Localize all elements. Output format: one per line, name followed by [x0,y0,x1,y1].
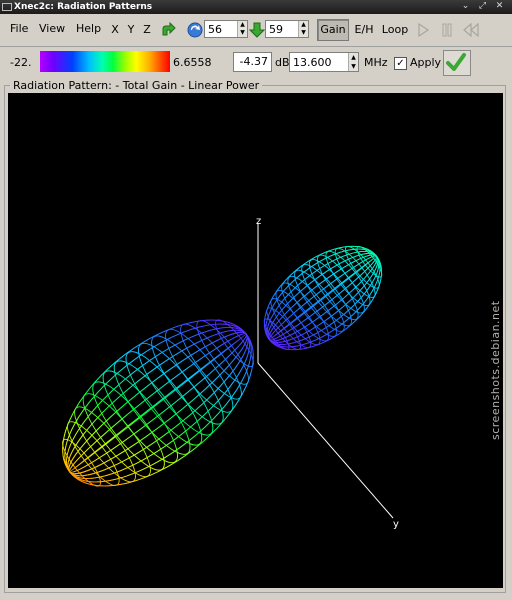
radiation-pattern-view[interactable]: z y [8,93,503,588]
frequency-value: 13.600 [293,56,332,69]
watermark: screenshots.debian.net [489,300,502,440]
menu-help[interactable]: Help [76,22,101,35]
apply-label: Apply [410,56,442,69]
y-axis-label: y [393,519,399,530]
view-x-button[interactable]: X [107,19,123,41]
phi-step-value: 56 [208,23,222,36]
rotate-arrow-icon[interactable] [160,21,176,38]
title-bar: Xnec2c: Radiation Patterns ⌄ ⤢ ✕ [0,0,512,14]
window-title: Xnec2c: Radiation Patterns [14,2,153,12]
main-toolbar: File View Help X Y Z 56 ▲ ▼ 59 ▲ ▼ Gain E/… [0,14,512,47]
z-axis-label: z [256,216,261,227]
gain-value-field[interactable]: -4.37 [233,52,272,72]
spin-arrows-icon[interactable]: ▲ ▼ [298,21,308,37]
refresh-icon[interactable] [187,22,203,38]
pattern-lobe-small [263,245,383,351]
minimize-icon[interactable]: ⌄ [460,1,471,12]
spin-arrows-icon[interactable]: ▲ ▼ [237,21,247,37]
radiation-pattern-label: Radiation Pattern: - Total Gain - Linear… [10,79,263,92]
view-z-button[interactable]: Z [139,19,155,41]
menu-view[interactable]: View [39,22,65,35]
scale-min-label: -22. [10,56,32,69]
apply-button[interactable] [443,50,471,76]
frequency-spinner[interactable]: 13.600 ▲ ▼ [289,52,359,72]
rewind-icon[interactable] [463,22,479,39]
eh-toggle-button[interactable]: E/H [350,19,378,41]
close-icon[interactable]: ✕ [494,1,505,12]
mhz-unit-label: MHz [364,56,388,69]
theta-step-spinner[interactable]: 59 ▲ ▼ [265,20,309,38]
apply-checkbox[interactable]: ✓ [394,57,407,70]
down-arrow-icon[interactable] [248,22,266,38]
theta-step-value: 59 [269,23,283,36]
play-icon[interactable] [416,22,432,39]
spin-arrows-icon[interactable]: ▲ ▼ [348,53,358,71]
loop-button[interactable]: Loop [380,19,410,41]
pause-icon[interactable] [440,23,456,39]
color-scale-bar [40,51,170,72]
menu-file[interactable]: File [10,22,28,35]
view-y-button[interactable]: Y [123,19,139,41]
y-axis-line [257,362,394,519]
scale-toolbar: -22. 6.6558 -4.37 dB 13.600 ▲ ▼ MHz ✓ App… [0,47,512,77]
db-unit-label: dB [275,56,290,69]
maximize-icon[interactable]: ⤢ [477,1,488,12]
window-menu-icon[interactable] [2,3,12,11]
pattern-lobe-large [62,319,254,487]
checkmark-icon [446,53,466,71]
scale-max-label: 6.6558 [173,56,212,69]
phi-step-spinner[interactable]: 56 ▲ ▼ [204,20,248,38]
pattern-3d-plot: z y [62,216,399,530]
gain-toggle-button[interactable]: Gain [317,19,349,41]
